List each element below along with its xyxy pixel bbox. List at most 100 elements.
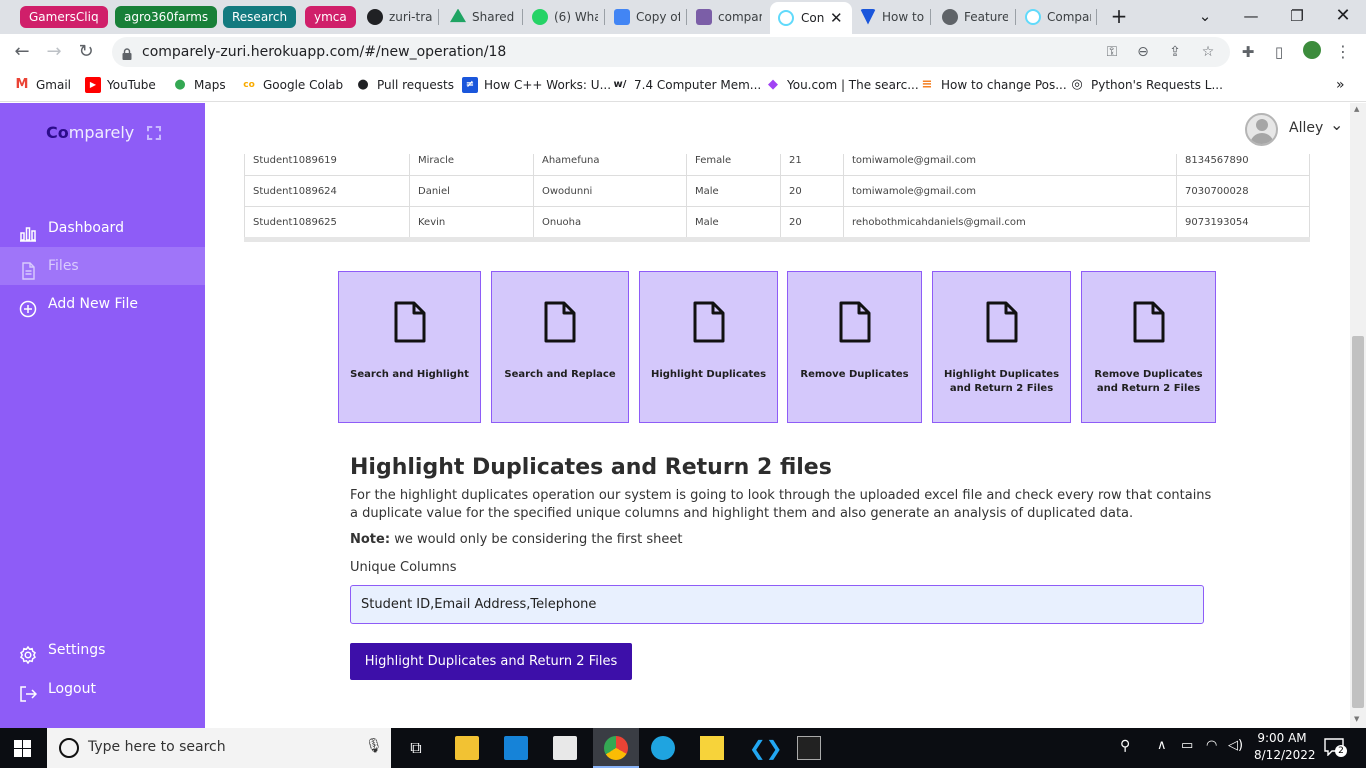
operation-label: Highlight Duplicates bbox=[650, 369, 767, 380]
forward-icon[interactable]: → bbox=[40, 38, 68, 66]
heroku-icon bbox=[696, 8, 712, 25]
scroll-up-icon[interactable]: ▲ bbox=[1354, 105, 1359, 113]
task-view-icon[interactable]: ⧉ bbox=[404, 736, 428, 760]
minimize-icon[interactable]: — bbox=[1238, 4, 1264, 28]
bookmark-stackoverflow[interactable]: ≡ How to change Pos... bbox=[919, 70, 1067, 100]
bookmark-computer-memory[interactable]: w/7.4 Computer Mem... bbox=[612, 70, 762, 100]
close-window-icon[interactable]: ✕ bbox=[1330, 4, 1356, 28]
tray-chevron-icon[interactable]: ∧ bbox=[1157, 738, 1167, 753]
plus-circle-icon bbox=[19, 295, 37, 318]
tab-search-chevron-icon[interactable]: ⌄ bbox=[1192, 4, 1218, 28]
windows-start-icon[interactable] bbox=[14, 740, 31, 757]
volume-icon[interactable]: ◁) bbox=[1228, 738, 1243, 753]
file-explorer-icon[interactable] bbox=[455, 736, 479, 760]
file-icon bbox=[19, 257, 37, 280]
highlight-duplicates-submit-button[interactable]: Highlight Duplicates and Return 2 Files bbox=[350, 643, 632, 680]
bookmark-colab[interactable]: co Google Colab bbox=[241, 70, 343, 100]
browser-tab[interactable]: Feature bbox=[942, 4, 1008, 30]
bookmark-youtube[interactable]: ▶ YouTube bbox=[85, 70, 156, 100]
operation-card-search-replace[interactable]: Search and Replace bbox=[491, 271, 629, 423]
notification-count-badge: 2 bbox=[1335, 745, 1347, 757]
avatar[interactable] bbox=[1245, 113, 1278, 146]
bookmark-python-requests[interactable]: ◎ Python's Requests L... bbox=[1069, 70, 1223, 100]
reload-icon[interactable]: ↻ bbox=[72, 38, 100, 66]
bookmark-cpp[interactable]: ≠ How C++ Works: U... bbox=[462, 70, 611, 100]
notification-center-icon[interactable]: 2 bbox=[1324, 738, 1347, 758]
gmail-icon: M bbox=[15, 76, 29, 92]
sidebar-item-dashboard[interactable]: Dashboard bbox=[0, 209, 205, 247]
sidebar-item-add-new-file[interactable]: Add New File bbox=[0, 285, 205, 323]
share-icon[interactable]: ⇪ bbox=[1165, 42, 1185, 62]
browser-tab[interactable]: Copy of bbox=[614, 4, 680, 30]
browser-tab[interactable]: Compar bbox=[1025, 4, 1091, 30]
store-icon[interactable] bbox=[553, 736, 577, 760]
scroll-down-icon[interactable]: ▼ bbox=[1354, 715, 1359, 723]
table-scrollbar[interactable] bbox=[244, 237, 1310, 242]
note: Note: we would only be considering the f… bbox=[350, 532, 682, 547]
key-icon[interactable]: ⚿ bbox=[1102, 42, 1122, 62]
browser-tab[interactable]: compar bbox=[696, 4, 762, 30]
sidebar-item-logout[interactable]: Logout bbox=[0, 670, 205, 708]
chevron-down-icon[interactable]: ⌄ bbox=[1330, 115, 1343, 134]
edge-icon[interactable] bbox=[651, 736, 675, 760]
user-name[interactable]: Alley bbox=[1289, 120, 1323, 136]
page-scrollbar[interactable]: ▲ ▼ bbox=[1350, 103, 1366, 728]
scrollbar-thumb[interactable] bbox=[1352, 336, 1364, 708]
browser-tab[interactable]: Shared bbox=[450, 4, 516, 30]
microphone-icon[interactable]: 🎙 bbox=[365, 738, 383, 754]
more-menu-icon[interactable]: ⋮ bbox=[1332, 41, 1354, 63]
bookmark-pull-requests[interactable]: ● Pull requests bbox=[355, 70, 454, 100]
sticky-notes-icon[interactable] bbox=[700, 736, 724, 760]
clock[interactable]: 9:00 AM 8/12/2022 bbox=[1254, 731, 1316, 762]
operation-card-remove-duplicates-2-files[interactable]: Remove Duplicates and Return 2 Files bbox=[1081, 271, 1216, 423]
chrome-taskbar-button[interactable] bbox=[593, 728, 639, 768]
taskbar-search-box[interactable]: Type here to search 🎙 bbox=[47, 728, 391, 768]
tab-group-agro360farms[interactable]: agro360farms bbox=[115, 6, 218, 28]
tab-label: zuri-tra bbox=[389, 10, 433, 24]
close-tab-icon[interactable]: ✕ bbox=[830, 3, 843, 33]
wifi-icon[interactable]: ◠ bbox=[1206, 738, 1217, 753]
terminal-icon[interactable] bbox=[797, 736, 821, 760]
browser-tab-active[interactable]: Con ✕ bbox=[770, 2, 852, 34]
unique-columns-input[interactable] bbox=[350, 585, 1204, 624]
scan-icon bbox=[147, 125, 162, 140]
operation-card-search-highlight[interactable]: Search and Highlight bbox=[338, 271, 481, 423]
people-icon[interactable]: ⚲ bbox=[1120, 738, 1130, 754]
browser-tab[interactable]: How to bbox=[860, 4, 924, 30]
sidebar-item-files[interactable]: Files bbox=[0, 247, 205, 285]
bookmark-youcom[interactable]: ◆ You.com | The searc... bbox=[765, 70, 919, 100]
document-icon bbox=[839, 301, 870, 343]
vscode-icon[interactable]: ❮❯ bbox=[749, 736, 783, 760]
side-panel-icon[interactable]: ▯ bbox=[1268, 41, 1290, 63]
table-cell: tomiwamole@gmail.com bbox=[843, 175, 1177, 207]
table-cell: Male bbox=[686, 175, 781, 207]
extensions-icon[interactable]: ✚ bbox=[1237, 41, 1259, 63]
operation-card-highlight-duplicates-2-files[interactable]: Highlight Duplicates and Return 2 Files bbox=[932, 271, 1071, 423]
sidebar-item-settings[interactable]: Settings bbox=[0, 631, 205, 669]
battery-icon[interactable]: ▭ bbox=[1181, 738, 1193, 753]
profile-avatar[interactable] bbox=[1301, 41, 1323, 63]
brand-logo[interactable]: Comparely bbox=[46, 123, 162, 142]
tab-group-ymca[interactable]: ymca bbox=[305, 6, 356, 28]
address-bar[interactable]: comparely-zuri.herokuapp.com/#/new_opera… bbox=[112, 37, 1230, 67]
restore-icon[interactable]: ❐ bbox=[1284, 4, 1310, 28]
back-icon[interactable]: ← bbox=[8, 38, 36, 66]
wikibooks-icon: w/ bbox=[613, 78, 627, 90]
browser-tab[interactable]: zuri-tra bbox=[367, 4, 433, 30]
bookmark-star-icon[interactable]: ☆ bbox=[1198, 42, 1218, 62]
mail-icon[interactable] bbox=[504, 736, 528, 760]
bookmark-gmail[interactable]: M Gmail bbox=[14, 70, 71, 100]
operation-card-highlight-duplicates[interactable]: Highlight Duplicates bbox=[639, 271, 778, 423]
tab-group-gamerscliq[interactable]: GamersCliq bbox=[20, 6, 108, 28]
operation-card-remove-duplicates[interactable]: Remove Duplicates bbox=[787, 271, 922, 423]
bookmarks-overflow-icon[interactable]: » bbox=[1336, 70, 1345, 100]
browser-tab[interactable]: (6) Wha bbox=[532, 4, 598, 30]
bookmark-maps[interactable]: ● Maps bbox=[172, 70, 225, 100]
tab-group-research[interactable]: Research bbox=[223, 6, 297, 28]
zoom-icon[interactable]: ⊖ bbox=[1133, 42, 1153, 62]
chrome-icon bbox=[604, 736, 628, 760]
tab-label: Feature bbox=[964, 10, 1008, 24]
table-cell: Owodunni bbox=[533, 175, 687, 207]
new-tab-button[interactable]: + bbox=[1106, 4, 1132, 28]
google-drive-icon bbox=[450, 8, 466, 23]
